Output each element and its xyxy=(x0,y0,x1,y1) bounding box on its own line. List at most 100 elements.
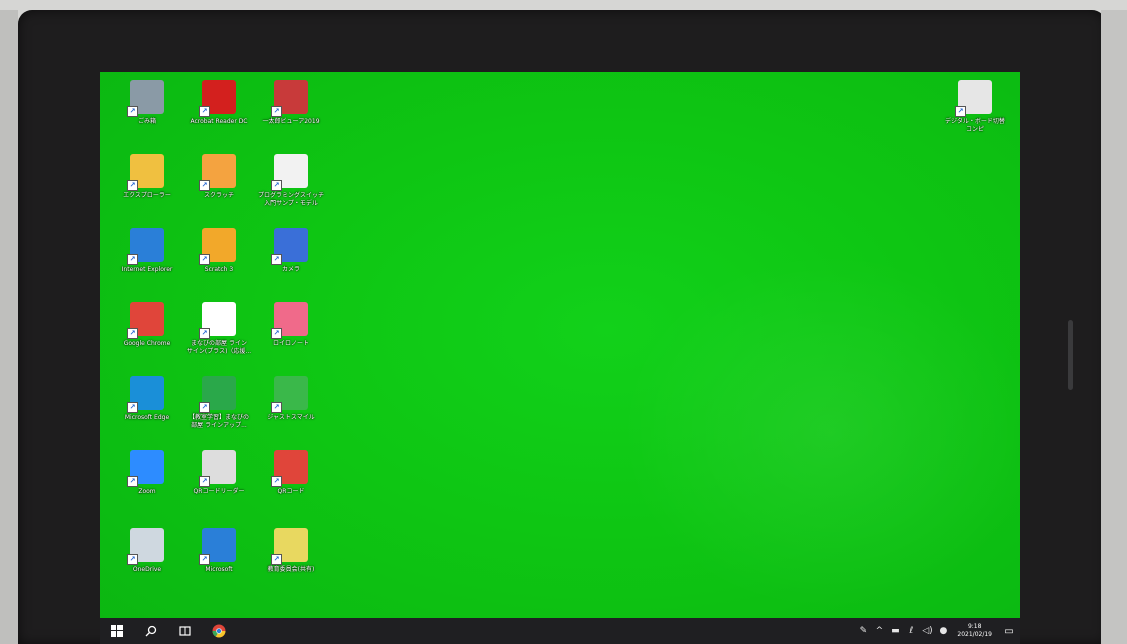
shortcut-arrow-icon: ↗ xyxy=(271,254,282,265)
learning-app-icon: ↗ xyxy=(199,302,236,339)
loilo-note-icon: ↗ xyxy=(271,302,308,339)
desktop-icon-recycle-bin[interactable]: ↗ ごみ箱 xyxy=(108,80,186,126)
shortcut-arrow-icon: ↗ xyxy=(199,554,210,565)
desktop-icon-zoom[interactable]: ↗ Zoom xyxy=(108,450,186,496)
desktop-icon-chrome[interactable]: ↗ Google Chrome xyxy=(108,302,186,348)
info-icon[interactable]: ● xyxy=(935,626,951,636)
desktop-icon-digital-board[interactable]: ↗ デジタル・ボード切替 コンピ xyxy=(936,80,1014,134)
desktop-icon-label: 一太郎ビューア2019 xyxy=(262,118,320,125)
desktop-icon-shared-folder[interactable]: ↗ 教育委員会(共有) xyxy=(252,528,330,574)
desktop-icon-qr-chrome[interactable]: ↗ QRコード xyxy=(252,450,330,496)
desktop-icon-label: ロイロノート xyxy=(272,340,309,347)
shortcut-arrow-icon: ↗ xyxy=(127,476,138,487)
acrobat-reader-icon: ↗ xyxy=(199,80,236,117)
desktop-icon-qr-reader[interactable]: ↗ QRコードリーダー xyxy=(180,450,258,496)
onedrive-icon: ↗ xyxy=(127,528,164,565)
desktop-icon-label: プログラミングスイッチ 入門サンプ・モデル xyxy=(257,192,324,207)
desktop-icon-internet-explorer[interactable]: ↗ Internet Explorer xyxy=(108,228,186,274)
task-view-icon[interactable] xyxy=(168,618,202,644)
internet-explorer-icon: ↗ xyxy=(127,228,164,265)
shortcut-arrow-icon: ↗ xyxy=(127,180,138,191)
desktop-icon-onedrive[interactable]: ↗ OneDrive xyxy=(108,528,186,574)
digital-board-icon: ↗ xyxy=(955,80,992,117)
shortcut-arrow-icon: ↗ xyxy=(199,476,210,487)
shortcut-arrow-icon: ↗ xyxy=(199,328,210,339)
desktop-icon-label: ごみ箱 xyxy=(137,118,156,125)
camera-icon: ↗ xyxy=(271,228,308,265)
desktop-icon-learning-app-2[interactable]: ↗ 【教室学習】まなびの 部屋 ラインアップ... xyxy=(180,376,258,430)
shortcut-arrow-icon: ↗ xyxy=(955,106,966,117)
taskbar: ✎ ^ ▬ ℓ ◁) ● 9:18 2021/02/19 ▭ xyxy=(100,618,1020,644)
desktop-icon-label: Scratch 3 xyxy=(204,266,234,273)
programming-doc-icon: ↗ xyxy=(271,154,308,191)
desktop-icon-camera[interactable]: ↗ カメラ xyxy=(252,228,330,274)
desktop-icon-label: QRコード xyxy=(277,488,305,495)
shortcut-arrow-icon: ↗ xyxy=(127,554,138,565)
desktop-icon-just-smile[interactable]: ↗ ジャストスマイル xyxy=(252,376,330,422)
clock[interactable]: 9:18 2021/02/19 xyxy=(957,623,992,639)
shortcut-arrow-icon: ↗ xyxy=(199,106,210,117)
clock-time: 9:18 xyxy=(967,623,982,630)
shortcut-arrow-icon: ↗ xyxy=(271,106,282,117)
desktop-icon-label: Internet Explorer xyxy=(121,266,173,273)
desktop-icon-microsoft-store[interactable]: ↗ Microsoft xyxy=(180,528,258,574)
shortcut-arrow-icon: ↗ xyxy=(199,180,210,191)
network-icon[interactable]: ℓ xyxy=(903,626,919,636)
system-tray: ✎ ^ ▬ ℓ ◁) ● 9:18 2021/02/19 ▭ xyxy=(855,618,1020,644)
shortcut-arrow-icon: ↗ xyxy=(271,328,282,339)
search-icon[interactable] xyxy=(134,618,168,644)
desktop-icon-label: エクスプローラー xyxy=(123,192,171,199)
volume-icon[interactable]: ◁) xyxy=(919,626,935,636)
notification-icon[interactable]: ▭ xyxy=(998,626,1020,637)
shortcut-arrow-icon: ↗ xyxy=(127,254,138,265)
desktop-icon-scratch-cat[interactable]: ↗ スクラッチ xyxy=(180,154,258,200)
desktop-icon-label: デジタル・ボード切替 コンピ xyxy=(945,118,1005,133)
side-button xyxy=(1068,320,1073,390)
recycle-bin-icon: ↗ xyxy=(127,80,164,117)
shortcut-arrow-icon: ↗ xyxy=(271,476,282,487)
shortcut-arrow-icon: ↗ xyxy=(199,402,210,413)
pen-icon[interactable]: ✎ xyxy=(855,626,871,636)
desktop-icon-programming-doc[interactable]: ↗ プログラミングスイッチ 入門サンプ・モデル xyxy=(252,154,330,208)
battery-icon[interactable]: ▬ xyxy=(887,626,903,636)
desktop-icon-edge[interactable]: ↗ Microsoft Edge xyxy=(108,376,186,422)
just-smile-icon: ↗ xyxy=(271,376,308,413)
desktop-icon-label: Google Chrome xyxy=(123,340,171,347)
device-frame-right xyxy=(1101,10,1127,644)
learning-app-2-icon: ↗ xyxy=(199,376,236,413)
qr-reader-icon: ↗ xyxy=(199,450,236,487)
shortcut-arrow-icon: ↗ xyxy=(127,328,138,339)
desktop-icon-label: QRコードリーダー xyxy=(193,488,245,495)
chrome-icon[interactable] xyxy=(202,618,236,644)
desktop-icon-label: 【教室学習】まなびの 部屋 ラインアップ... xyxy=(188,414,249,429)
desktop-icon-acrobat-reader[interactable]: ↗ Acrobat Reader DC xyxy=(180,80,258,126)
desktop-icon-file-explorer[interactable]: ↗ エクスプローラー xyxy=(108,154,186,200)
shortcut-arrow-icon: ↗ xyxy=(271,554,282,565)
desktop-icon-label: まなびの部屋 ライン サイン(プラス)（応援... xyxy=(186,340,252,355)
ichitaro-viewer-icon: ↗ xyxy=(271,80,308,117)
desktop-icon-ichitaro-viewer[interactable]: ↗ 一太郎ビューア2019 xyxy=(252,80,330,126)
shortcut-arrow-icon: ↗ xyxy=(271,180,282,191)
desktop-icon-label: スクラッチ xyxy=(203,192,234,199)
edge-icon: ↗ xyxy=(127,376,164,413)
shortcut-arrow-icon: ↗ xyxy=(271,402,282,413)
desktop-icon-label: Zoom xyxy=(138,488,156,495)
desktop-icon-label: ジャストスマイル xyxy=(267,414,315,421)
desktop-icon-label: カメラ xyxy=(281,266,300,273)
scratch-cat-icon: ↗ xyxy=(199,154,236,191)
windows-start-icon[interactable] xyxy=(100,618,134,644)
desktop-icon-label: Microsoft xyxy=(205,566,233,573)
chevron-up-icon[interactable]: ^ xyxy=(871,626,887,636)
desktop-icon-label: Microsoft Edge xyxy=(124,414,170,421)
clock-date: 2021/02/19 xyxy=(957,631,992,638)
desktop-icon-loilo-note[interactable]: ↗ ロイロノート xyxy=(252,302,330,348)
device-frame-left xyxy=(0,10,18,644)
shortcut-arrow-icon: ↗ xyxy=(127,402,138,413)
shortcut-arrow-icon: ↗ xyxy=(199,254,210,265)
desktop-icon-learning-app[interactable]: ↗ まなびの部屋 ライン サイン(プラス)（応援... xyxy=(180,302,258,356)
desktop-icon-scratch[interactable]: ↗ Scratch 3 xyxy=(180,228,258,274)
shortcut-arrow-icon: ↗ xyxy=(127,106,138,117)
scratch-icon: ↗ xyxy=(199,228,236,265)
screen-glare xyxy=(620,252,1020,612)
file-explorer-icon: ↗ xyxy=(127,154,164,191)
